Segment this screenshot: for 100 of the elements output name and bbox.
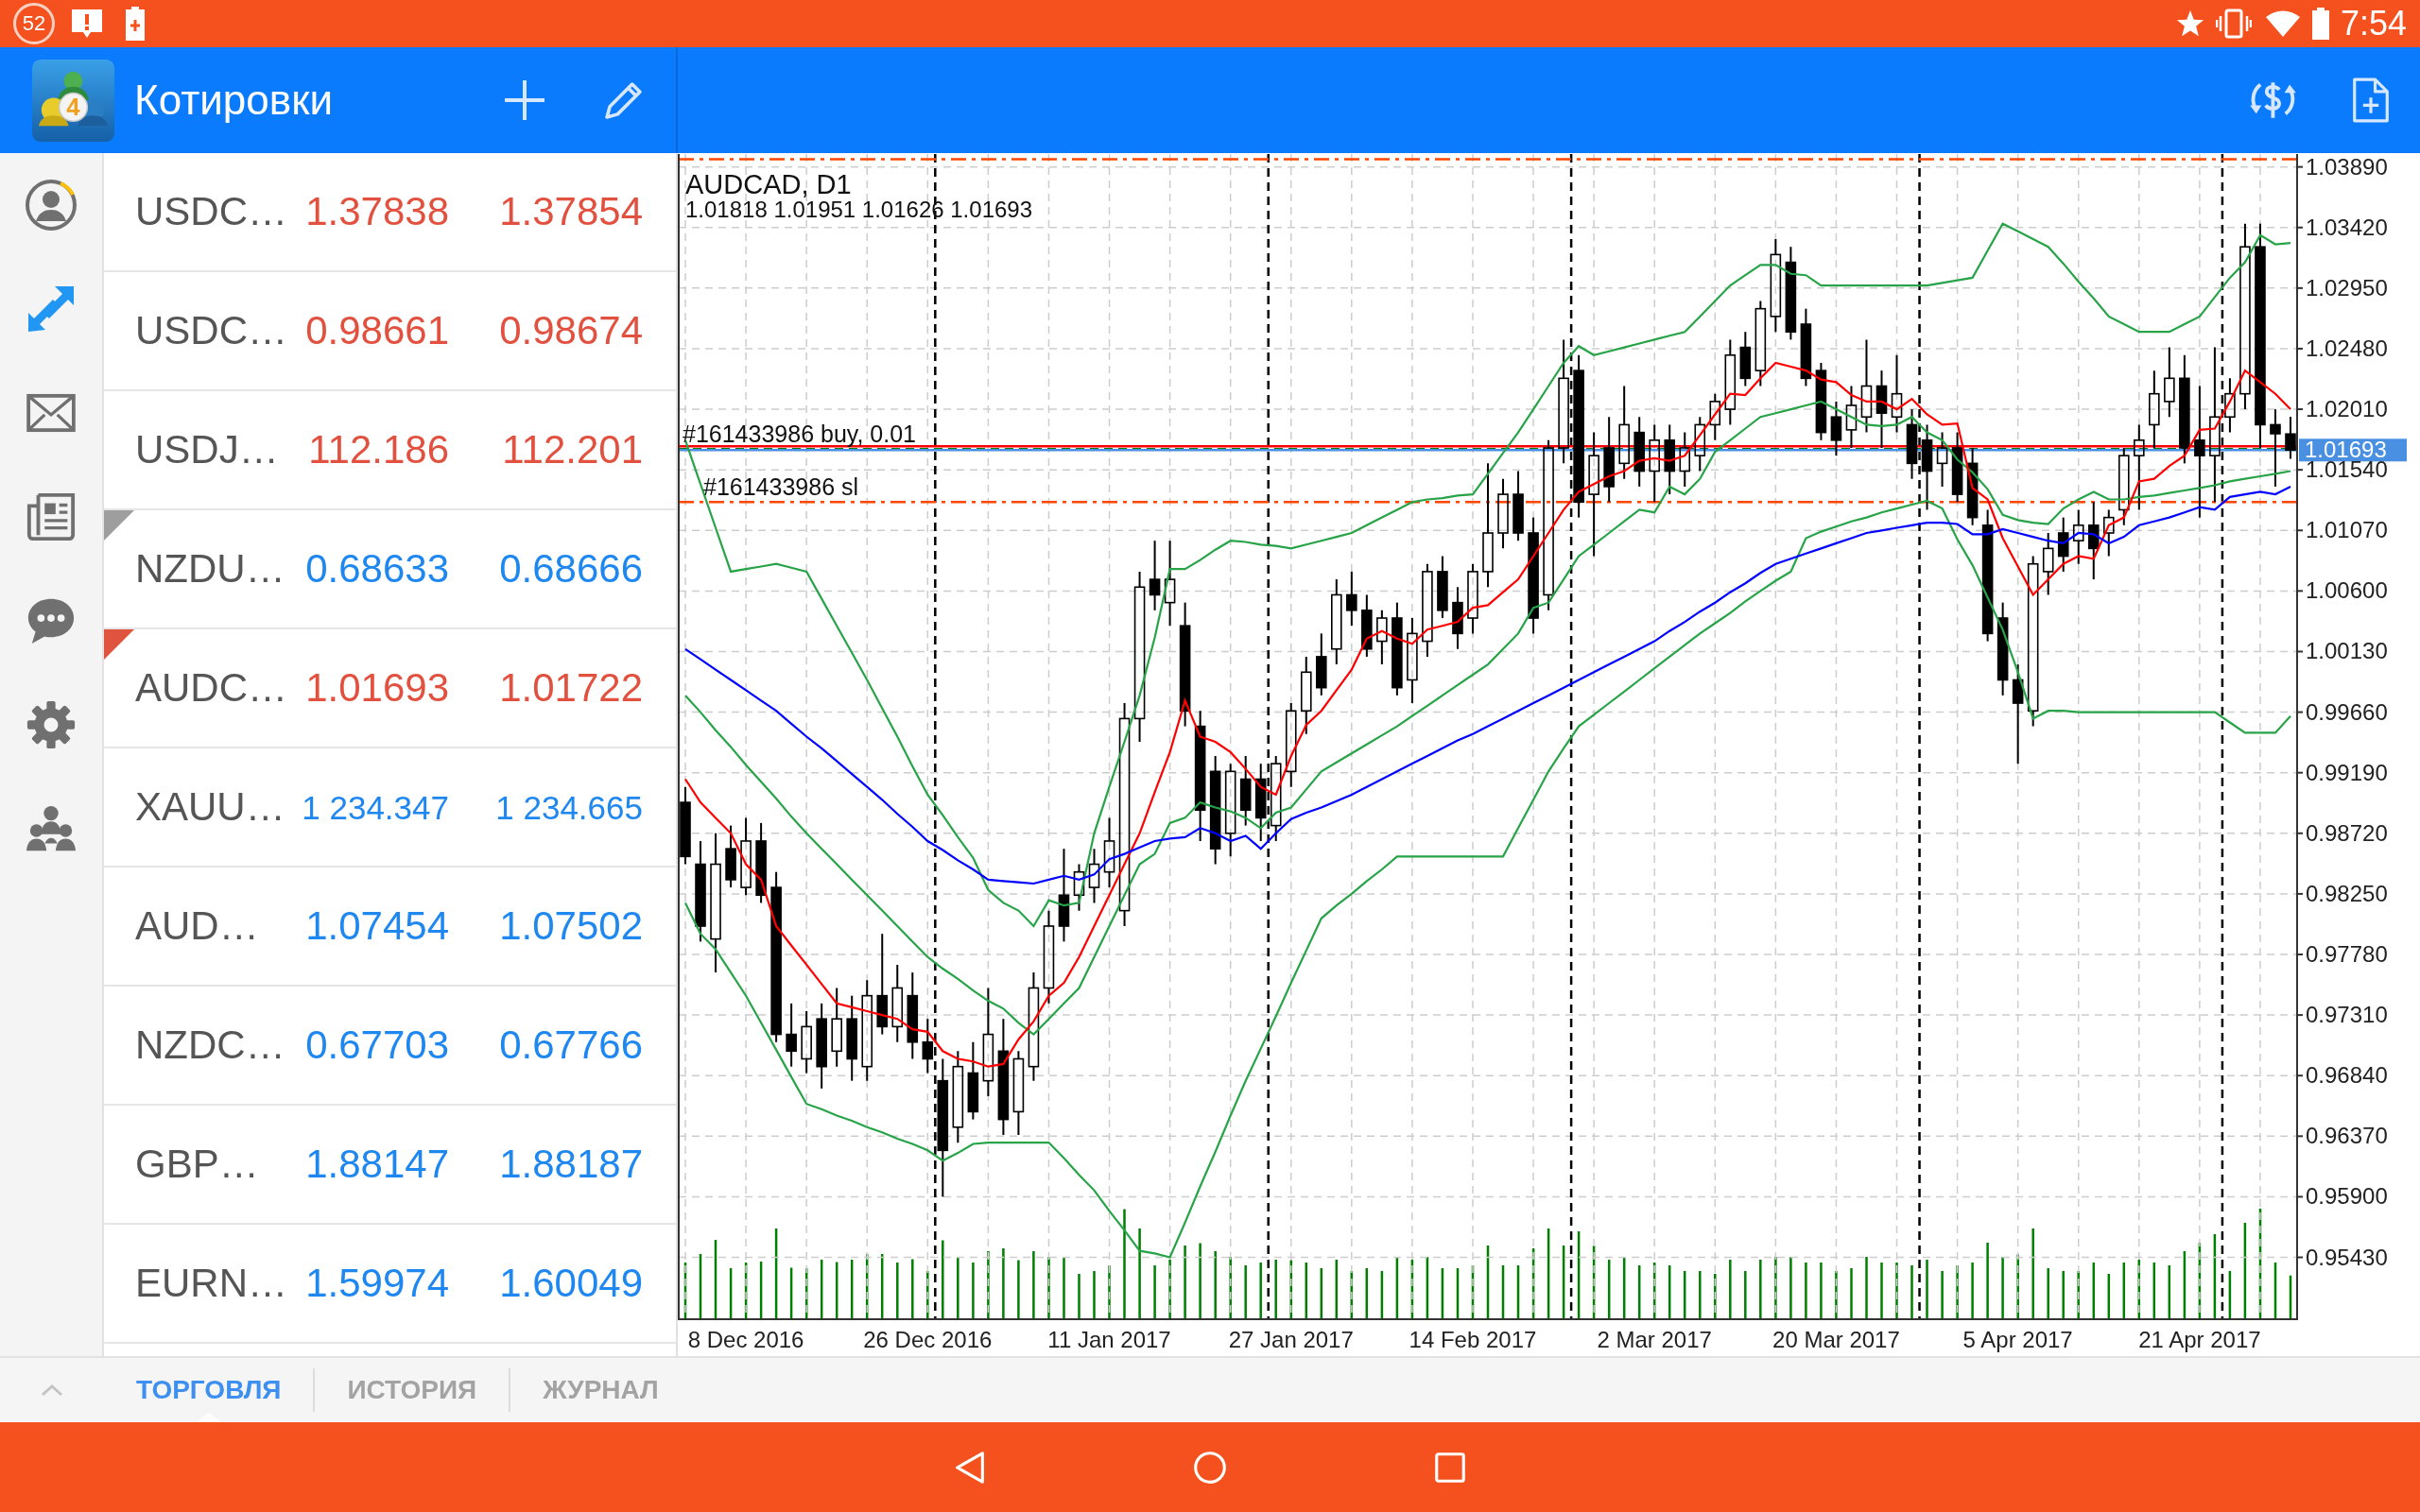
recents-square-icon [1435,1452,1465,1483]
bid-price: 1.37838 [305,192,449,232]
quote-row[interactable]: USDC… 1.37838 1.37854 [104,153,676,272]
symbol-name: AUDC… [135,668,287,708]
candlestick [1346,570,1357,627]
chevron-up-icon [41,1383,63,1397]
date-axis-label: 21 Apr 2017 [2138,1327,2261,1352]
candlestick [1361,593,1373,658]
candlestick [2224,377,2236,434]
plus-icon [504,79,545,121]
quote-row[interactable]: AUD… 1.07454 1.07502 [104,868,676,987]
level-line-label: #161433986 sl [703,473,859,501]
alert-icon [70,8,104,40]
price-axis-label: 0.99190 [2306,759,2388,785]
candlestick [786,1002,797,1068]
ohlc-values: 1.01818 1.01951 1.01626 1.01693 [685,197,1033,222]
newspaper-icon [26,491,77,542]
quote-row[interactable]: AUDC… 1.01693 1.01722 [104,629,676,748]
vibrate-icon [2215,9,2252,39]
price-axis-label: 1.00600 [2306,577,2388,604]
candlestick [1452,586,1463,650]
ask-price: 1.07502 [499,906,643,946]
candlestick [1739,331,1752,387]
date-axis-label: 8 Dec 2016 [687,1327,804,1352]
price-axis-label: 0.98250 [2306,880,2388,906]
ask-price: 1.88187 [499,1144,643,1184]
bid-price: 1.88147 [305,1144,449,1184]
back-triangle-icon [955,1450,985,1485]
price-axis-label: 0.98720 [2306,819,2388,846]
price-axis-label: 1.01070 [2306,517,2388,543]
user-circle-icon [25,179,78,232]
symbol-name: AUD… [135,906,259,946]
quote-row[interactable]: USDC… 0.98661 0.98674 [104,272,676,391]
candlestick [801,1010,812,1074]
price-axis-label: 1.02480 [2306,335,2388,361]
candlestick [1936,431,1948,488]
app-logo: 4 [31,58,115,143]
candlestick [1088,848,1100,904]
symbol-name: EURN… [135,1263,287,1303]
candlestick [1679,431,1691,488]
ask-price: 1.01722 [499,668,643,708]
bid-price: 1 234.347 [302,790,449,824]
symbol-name: USDC… [135,192,287,232]
price-axis-label: 1.03420 [2306,214,2388,240]
date-axis-label: 5 Apr 2017 [1962,1327,2073,1352]
quote-row[interactable]: GBP… 1.88147 1.88187 [104,1106,676,1225]
document-plus-icon [2352,77,2390,124]
symbol-name: USDC… [135,311,287,351]
counter-ring: 52 [13,3,55,44]
quote-row[interactable]: EURN… 1.59974 1.60049 [104,1225,676,1344]
quote-row[interactable]: NZDC… 0.67703 0.67766 [104,987,676,1106]
chart-title: AUDCAD, D1 [685,169,852,199]
candlestick [1709,392,1721,441]
battery-plus-icon [125,7,146,41]
quote-row[interactable]: USDJ… 112.186 112.201 [104,391,676,510]
wifi-icon [2264,9,2301,38]
price-axis-label: 0.96840 [2306,1062,2388,1089]
ask-price: 0.98674 [499,311,643,351]
price-axis-label: 0.97780 [2306,941,2388,967]
ask-price: 112.201 [502,430,643,470]
pencil-icon [605,81,643,119]
date-axis-label: 27 Jan 2017 [1228,1327,1354,1352]
price-axis-label: 1.03890 [2306,153,2388,180]
bid-price: 1.59974 [305,1263,449,1303]
date-axis-label: 11 Jan 2017 [1047,1327,1171,1352]
candlestick [1437,555,1448,619]
dollar-arrows-icon [2249,80,2298,120]
bid-price: 0.98661 [305,311,449,351]
symbol-name: XAUU… [135,787,285,827]
candlestick [1316,632,1327,696]
date-axis-label: 26 Dec 2016 [863,1327,993,1352]
symbol-name: NZDC… [135,1025,285,1065]
candlestick [2102,508,2115,558]
bid-price: 0.68633 [305,549,449,589]
ask-price: 1 234.665 [495,790,643,824]
price-axis-label: 0.95430 [2306,1244,2388,1270]
candlestick [2072,508,2084,565]
clock-time: 7:54 [2340,7,2407,41]
price-axis-label: 1.00130 [2306,638,2388,664]
level-line-label: #161433986 buy, 0.01 [683,421,916,448]
candlestick [1376,609,1388,666]
candlestick [1073,863,1085,912]
ask-price: 0.67766 [499,1025,643,1065]
price-axis-label: 0.99660 [2306,698,2388,725]
quote-row[interactable]: NZDU… 0.68633 0.68666 [104,510,676,629]
date-axis-label: 2 Mar 2017 [1597,1327,1712,1352]
price-axis-label: 0.96370 [2306,1123,2388,1149]
price-axis-label: 0.97310 [2306,1002,2388,1028]
candlestick [922,1018,934,1074]
bid-price: 0.67703 [305,1025,449,1065]
candlestick [725,824,736,889]
quote-row[interactable]: XAUU… 1 234.347 1 234.665 [104,748,676,868]
symbol-name: NZDU… [135,549,285,589]
candlestick [2285,416,2296,460]
candlestick [2057,516,2069,573]
home-circle-icon [1193,1450,1227,1485]
date-axis-label: 14 Feb 2017 [1409,1327,1537,1352]
symbol-name: USDJ… [135,430,279,470]
ask-price: 0.68666 [499,549,643,589]
ask-price: 1.37854 [499,192,643,232]
